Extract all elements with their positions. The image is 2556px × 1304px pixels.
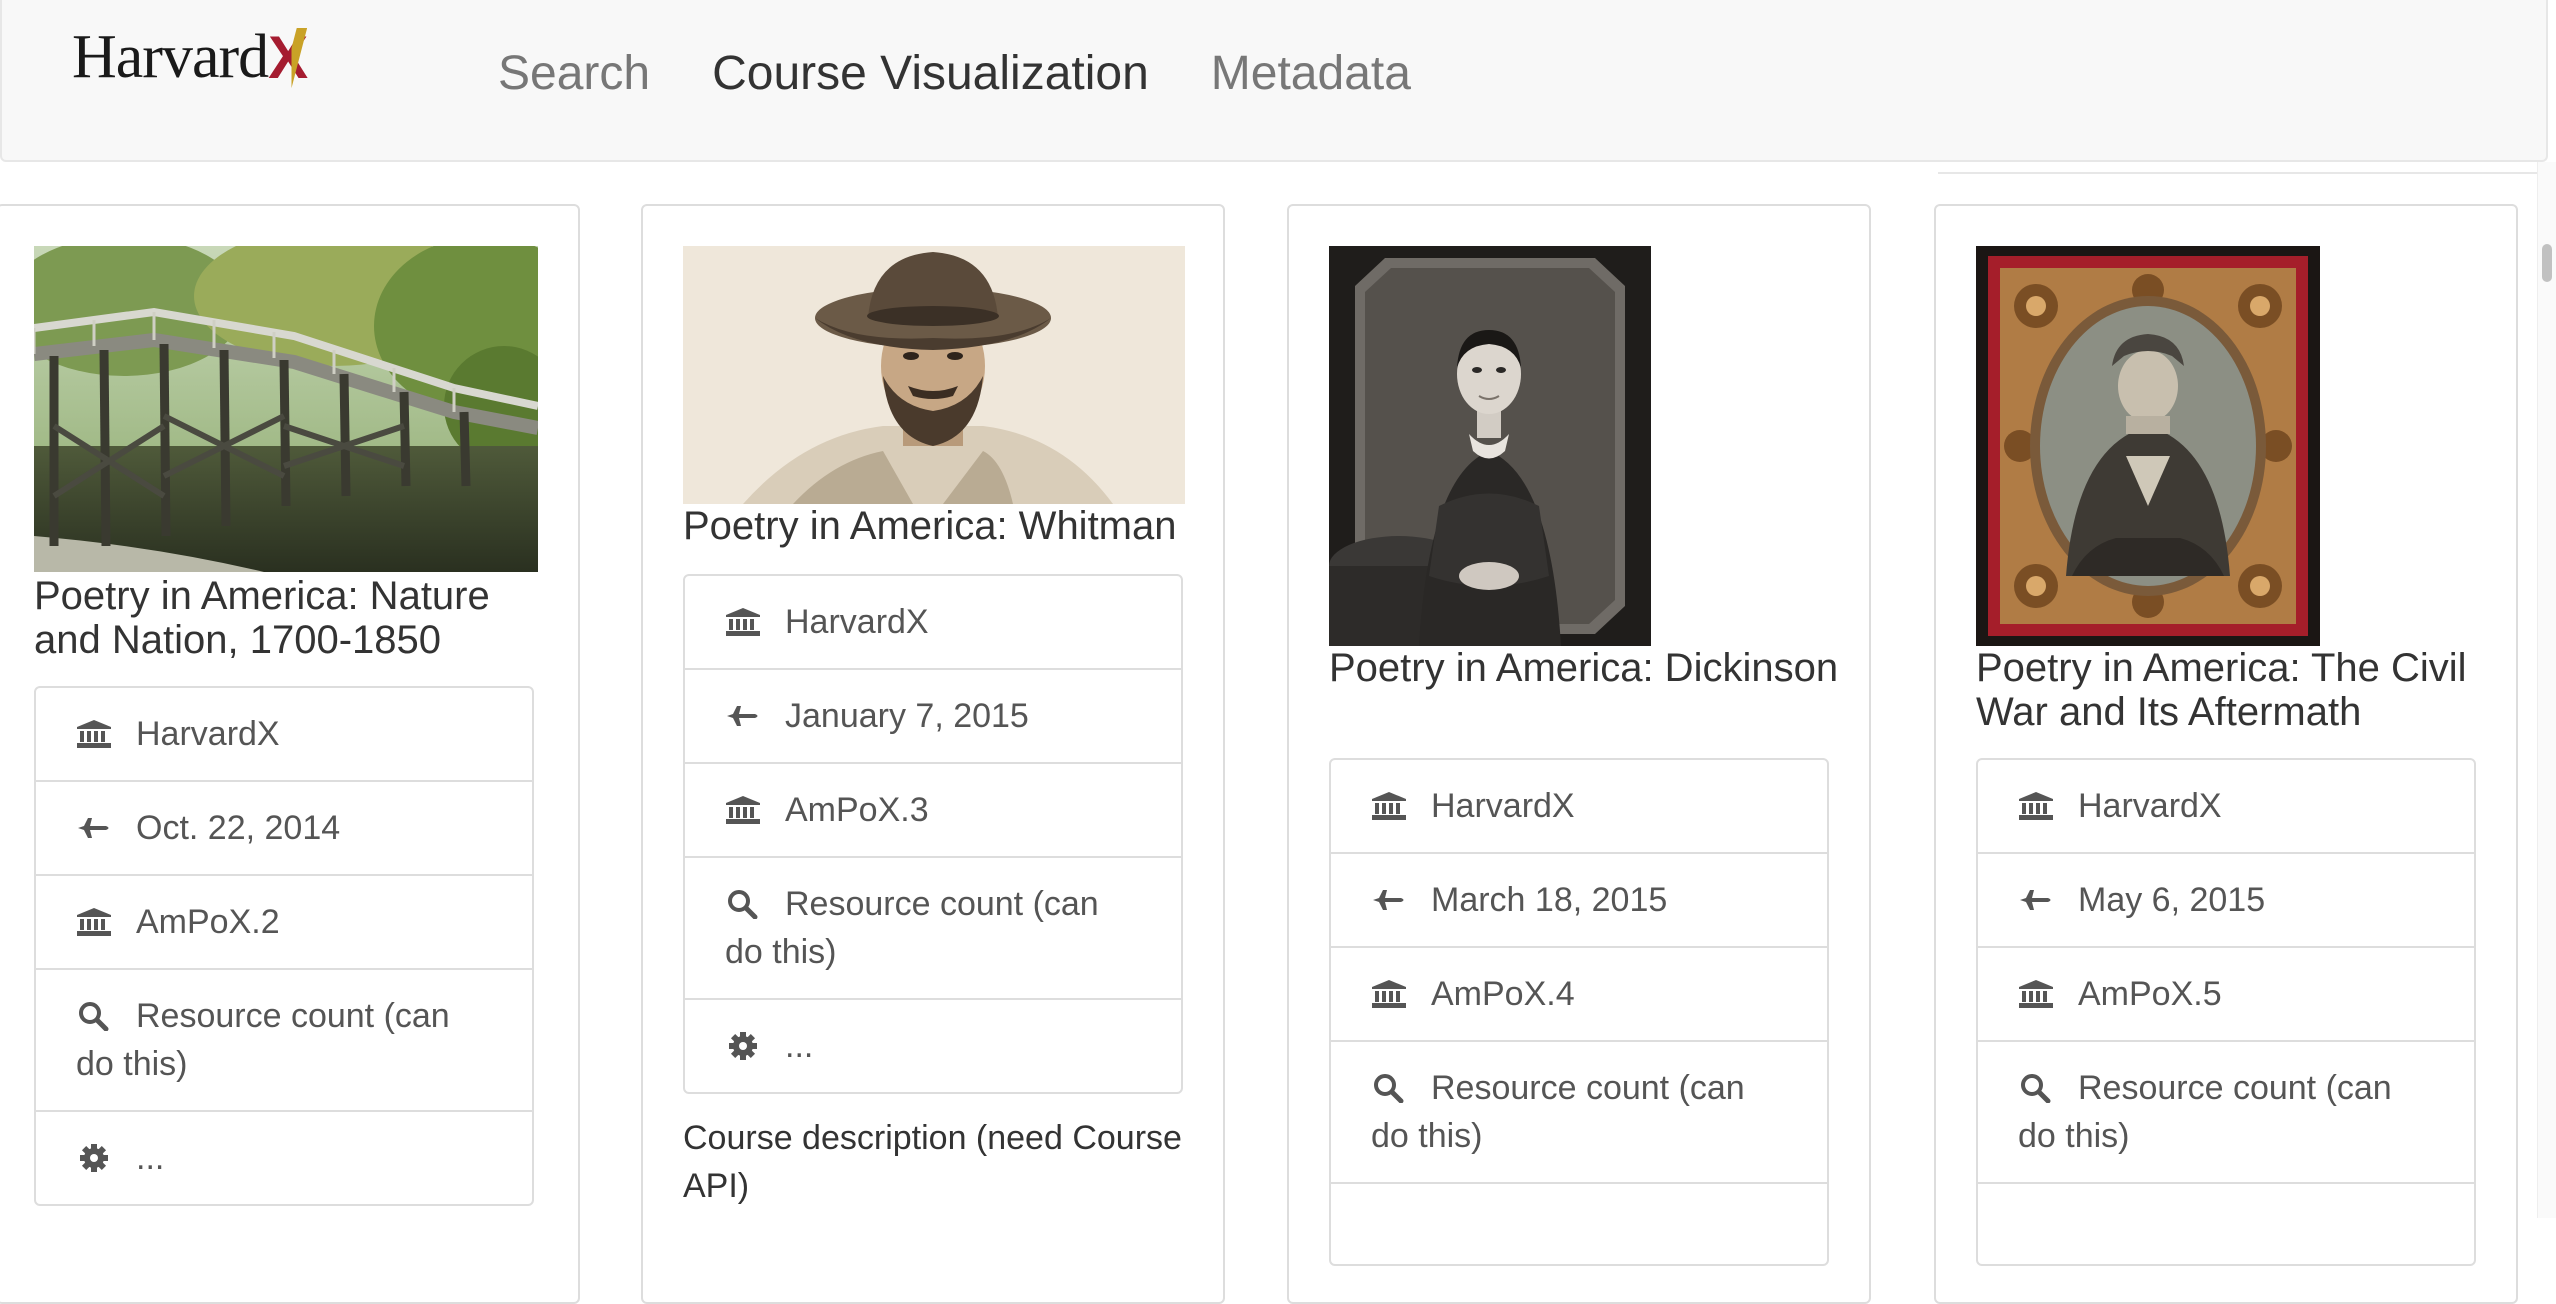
date-value: May 6, 2015	[2078, 881, 2266, 919]
course-info-list: HarvardX March 18, 2015 AmPoX.4 Resource…	[1329, 758, 1829, 1266]
search-icon	[725, 889, 761, 919]
course-description: Course description (need Course API)	[683, 1119, 1182, 1205]
institution-icon	[76, 907, 112, 937]
divider	[1938, 172, 2538, 178]
course-id-value: AmPoX.2	[136, 903, 280, 941]
plane-icon	[76, 813, 112, 843]
brand-text: Harvard	[72, 23, 269, 91]
list-item-more[interactable]	[1978, 1184, 2474, 1264]
plane-icon	[1371, 885, 1407, 915]
date-value: Oct. 22, 2014	[136, 809, 341, 847]
course-info-list: HarvardX Oct. 22, 2014 AmPoX.2 Resource …	[34, 686, 534, 1206]
list-item-resource-count: Resource count (can do this)	[1331, 1042, 1827, 1184]
civil-war-portrait-image	[1976, 246, 2320, 646]
list-item-org: HarvardX	[1331, 760, 1827, 854]
more-value: ...	[136, 1139, 165, 1177]
org-value: HarvardX	[2078, 787, 2222, 825]
gear-icon	[76, 1143, 112, 1173]
nav-search-link[interactable]: Search	[498, 44, 650, 104]
top-navbar: Harvard X Search Course Visualization Met…	[0, 0, 2548, 162]
org-value: HarvardX	[1431, 787, 1575, 825]
course-card[interactable]: Poetry in America: Nature and Nation, 17…	[0, 204, 580, 1304]
org-value: HarvardX	[785, 603, 929, 641]
list-item-course-id: AmPoX.5	[1978, 948, 2474, 1042]
resource-count-value: Resource count (can do this)	[76, 997, 450, 1083]
course-title[interactable]: Poetry in America: Whitman	[683, 504, 1195, 548]
scrollbar-thumb[interactable]	[2542, 244, 2552, 282]
course-card[interactable]: Poetry in America: Whitman HarvardX Janu…	[641, 204, 1225, 1304]
course-info-list: HarvardX May 6, 2015 AmPoX.5 Resource co…	[1976, 758, 2476, 1266]
list-item-more[interactable]	[1331, 1184, 1827, 1264]
nav-course-visualization-link[interactable]: Course Visualization	[712, 44, 1149, 104]
list-item-date: March 18, 2015	[1331, 854, 1827, 948]
search-icon	[2018, 1073, 2054, 1103]
resource-count-value: Resource count (can do this)	[725, 885, 1099, 971]
course-card[interactable]: Poetry in America: The Civil War and Its…	[1934, 204, 2518, 1304]
list-item-course-id: AmPoX.4	[1331, 948, 1827, 1042]
course-title[interactable]: Poetry in America: Nature and Nation, 17…	[34, 574, 550, 662]
institution-icon	[1371, 979, 1407, 1009]
resource-count-value: Resource count (can do this)	[1371, 1069, 1745, 1155]
course-info-list: HarvardX January 7, 2015 AmPoX.3 Resourc…	[683, 574, 1183, 1094]
institution-icon	[725, 795, 761, 825]
institution-icon	[1371, 791, 1407, 821]
date-value: January 7, 2015	[785, 697, 1029, 735]
gear-icon	[725, 1031, 761, 1061]
harvardx-logo[interactable]: Harvard X	[72, 23, 308, 91]
nav-links: Search Course Visualization Metadata	[498, 44, 1473, 104]
list-item-resource-count: Resource count (can do this)	[1978, 1042, 2474, 1184]
whitman-portrait-image	[683, 246, 1185, 504]
search-icon	[76, 1001, 112, 1031]
list-item-resource-count: Resource count (can do this)	[685, 858, 1181, 1000]
plane-icon	[2018, 885, 2054, 915]
resource-count-value: Resource count (can do this)	[2018, 1069, 2392, 1155]
plane-icon	[725, 701, 761, 731]
dickinson-portrait-image	[1329, 246, 1651, 646]
more-value: ...	[785, 1027, 814, 1065]
course-id-value: AmPoX.3	[785, 791, 929, 829]
bridge-image	[34, 246, 538, 572]
list-item-org: HarvardX	[685, 576, 1181, 670]
list-item-resource-count: Resource count (can do this)	[36, 970, 532, 1112]
list-item-more[interactable]: ...	[36, 1112, 532, 1204]
vertical-scrollbar[interactable]	[2537, 162, 2556, 1218]
list-item-date: January 7, 2015	[685, 670, 1181, 764]
org-value: HarvardX	[136, 715, 280, 753]
list-item-org: HarvardX	[36, 688, 532, 782]
nav-metadata-link[interactable]: Metadata	[1211, 44, 1411, 104]
list-item-more[interactable]: ...	[685, 1000, 1181, 1092]
course-title[interactable]: Poetry in America: The Civil War and Its…	[1976, 646, 2488, 734]
list-item-course-id: AmPoX.2	[36, 876, 532, 970]
search-icon	[1371, 1073, 1407, 1103]
list-item-date: Oct. 22, 2014	[36, 782, 532, 876]
list-item-course-id: AmPoX.3	[685, 764, 1181, 858]
list-item-org: HarvardX	[1978, 760, 2474, 854]
institution-icon	[2018, 791, 2054, 821]
course-card[interactable]: Poetry in America: Dickinson HarvardX Ma…	[1287, 204, 1871, 1304]
course-title[interactable]: Poetry in America: Dickinson	[1329, 646, 1841, 690]
course-id-value: AmPoX.5	[2078, 975, 2222, 1013]
course-id-value: AmPoX.4	[1431, 975, 1575, 1013]
date-value: March 18, 2015	[1431, 881, 1668, 919]
institution-icon	[76, 719, 112, 749]
brand-x: X	[268, 24, 308, 91]
list-item-date: May 6, 2015	[1978, 854, 2474, 948]
institution-icon	[2018, 979, 2054, 1009]
institution-icon	[725, 607, 761, 637]
